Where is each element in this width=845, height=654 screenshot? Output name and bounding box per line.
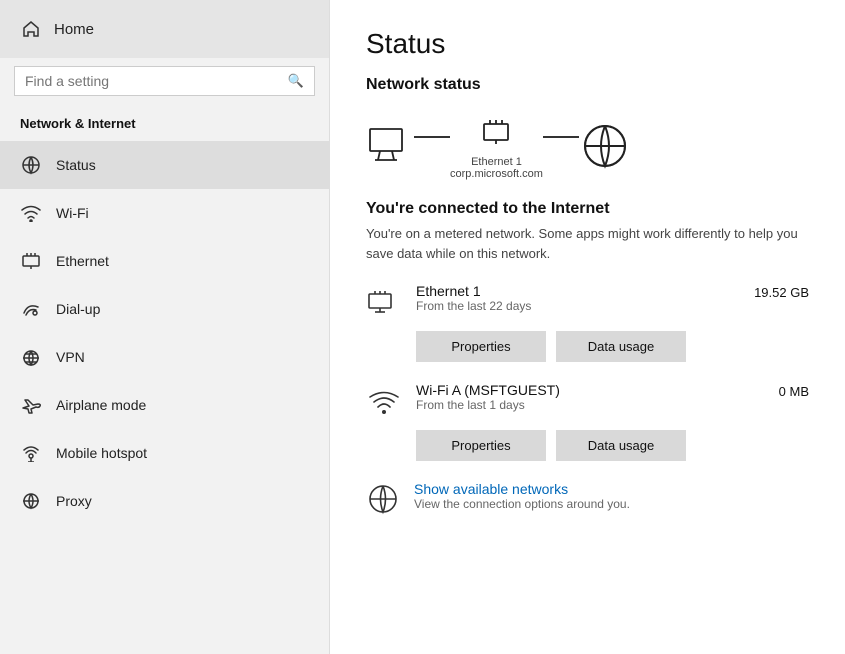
- ethernet-info: Ethernet 1 From the last 22 days: [416, 283, 740, 313]
- wifi-data: 0 MB: [779, 384, 809, 399]
- home-label: Home: [54, 21, 94, 38]
- sidebar-item-wifi[interactable]: Wi-Fi: [0, 189, 329, 237]
- pc-icon: [366, 126, 414, 166]
- wifi-sub: From the last 1 days: [416, 398, 765, 412]
- search-box[interactable]: 🔍: [14, 66, 315, 96]
- search-input[interactable]: [25, 73, 280, 89]
- ethernet-icon: [20, 250, 42, 272]
- sidebar-item-label-status: Status: [56, 157, 96, 173]
- ethernet-sub: From the last 22 days: [416, 299, 740, 313]
- section-title: Network & Internet: [0, 110, 329, 141]
- sidebar-item-label-dialup: Dial-up: [56, 301, 100, 317]
- network-diagram: Ethernet 1 corp.microsoft.com: [366, 112, 809, 180]
- ethernet-device-icon: [366, 285, 402, 321]
- ethernet-btn-row: Properties Data usage: [416, 331, 809, 362]
- sidebar-item-home[interactable]: Home: [0, 0, 329, 58]
- wifi-info: Wi-Fi A (MSFTGUEST) From the last 1 days: [416, 382, 765, 412]
- ethernet-data-usage-button[interactable]: Data usage: [556, 331, 686, 362]
- ethernet-properties-button[interactable]: Properties: [416, 331, 546, 362]
- sidebar-item-label-proxy: Proxy: [56, 493, 92, 509]
- sidebar-item-label-hotspot: Mobile hotspot: [56, 445, 147, 461]
- proxy-icon: [20, 490, 42, 512]
- show-networks: Show available networks View the connect…: [366, 481, 809, 518]
- sidebar: Home 🔍 Network & Internet Status Wi-Fi: [0, 0, 330, 654]
- connection-status-title: You're connected to the Internet: [366, 200, 809, 218]
- vpn-icon: [20, 346, 42, 368]
- sidebar-item-status[interactable]: Status: [0, 141, 329, 189]
- sidebar-item-label-airplane: Airplane mode: [56, 397, 146, 413]
- wifi-icon: [20, 202, 42, 224]
- show-networks-sub: View the connection options around you.: [414, 497, 630, 511]
- network-item-ethernet: Ethernet 1 From the last 22 days 19.52 G…: [366, 283, 809, 321]
- sidebar-item-vpn[interactable]: VPN: [0, 333, 329, 381]
- globe-icon: [579, 120, 631, 172]
- net-line-2: [543, 136, 579, 138]
- sidebar-item-label-wifi: Wi-Fi: [56, 205, 89, 221]
- status-icon: [20, 154, 42, 176]
- show-networks-text: Show available networks View the connect…: [414, 481, 630, 511]
- sidebar-item-proxy[interactable]: Proxy: [0, 477, 329, 525]
- search-icon: 🔍: [288, 73, 304, 89]
- hotspot-icon: [20, 442, 42, 464]
- sidebar-item-airplane[interactable]: Airplane mode: [0, 381, 329, 429]
- wifi-btn-row: Properties Data usage: [416, 430, 809, 461]
- wifi-properties-button[interactable]: Properties: [416, 430, 546, 461]
- wifi-data-usage-button[interactable]: Data usage: [556, 430, 686, 461]
- show-networks-title[interactable]: Show available networks: [414, 481, 630, 497]
- dialup-icon: [20, 298, 42, 320]
- network-status-title: Network status: [366, 76, 809, 94]
- airplane-icon: [20, 394, 42, 416]
- sidebar-item-hotspot[interactable]: Mobile hotspot: [0, 429, 329, 477]
- router-icon: Ethernet 1 corp.microsoft.com: [450, 112, 543, 180]
- net-line-1: [414, 136, 450, 138]
- home-icon: [20, 18, 42, 40]
- ethernet-name: Ethernet 1: [416, 283, 740, 299]
- show-networks-icon: [366, 483, 400, 518]
- main-content: Status Network status Ethernet 1: [330, 0, 845, 654]
- ethernet-data: 19.52 GB: [754, 285, 809, 300]
- network-item-wifi: Wi-Fi A (MSFTGUEST) From the last 1 days…: [366, 382, 809, 420]
- page-title: Status: [366, 28, 809, 60]
- sidebar-item-label-vpn: VPN: [56, 349, 85, 365]
- sidebar-item-ethernet[interactable]: Ethernet: [0, 237, 329, 285]
- diagram-label: Ethernet 1 corp.microsoft.com: [450, 156, 543, 180]
- sidebar-item-dialup[interactable]: Dial-up: [0, 285, 329, 333]
- wifi-name: Wi-Fi A (MSFTGUEST): [416, 382, 765, 398]
- connection-status-desc: You're on a metered network. Some apps m…: [366, 224, 809, 263]
- wifi-device-icon: [366, 384, 402, 420]
- sidebar-item-label-ethernet: Ethernet: [56, 253, 109, 269]
